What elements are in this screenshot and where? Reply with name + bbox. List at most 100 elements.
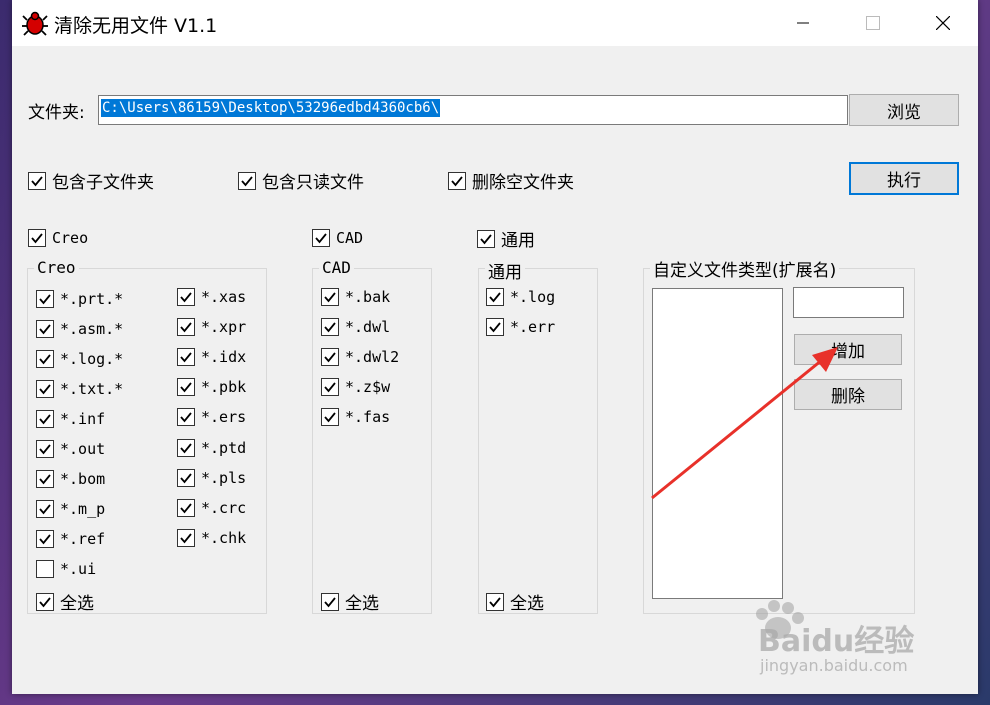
checkbox[interactable] [486,318,504,336]
checkbox[interactable] [321,318,339,336]
checkbox[interactable] [36,350,54,368]
extension-label: *.dwl [345,318,391,336]
checkbox[interactable] [321,378,339,396]
creo-group-title: Creo [34,258,79,277]
checkbox[interactable] [177,468,195,487]
checkbox[interactable] [486,288,504,306]
extension-label: *.pbk [201,378,247,397]
minimize-button[interactable] [768,0,838,46]
extension-label: *.idx [201,348,247,367]
extension-item[interactable]: *.idx [177,348,247,367]
extension-item[interactable]: *.out [36,440,105,458]
checkbox[interactable] [36,410,54,428]
extension-item[interactable]: *.prt.* [36,290,123,308]
checkbox[interactable] [36,530,54,548]
checkbox[interactable] [36,592,54,611]
checkbox[interactable] [28,171,46,190]
checkbox[interactable] [36,380,54,398]
extension-label: *.xpr [201,318,247,337]
extension-item[interactable]: *.bak [321,288,390,306]
extension-item[interactable]: *.log [486,288,555,306]
checkbox[interactable] [321,592,339,611]
checkmark-icon [39,354,51,365]
extension-item[interactable]: *.dwl [321,318,390,336]
extension-item[interactable]: *.dwl2 [321,348,399,366]
checkbox[interactable] [36,440,54,458]
extension-item[interactable]: *.err [486,318,555,336]
extension-item[interactable]: *.xpr [177,318,247,337]
extension-item[interactable]: *.xas [177,288,246,306]
checkmark-icon [180,442,192,453]
checkmark-icon [324,322,336,333]
annotation-arrow-icon [651,347,838,500]
checkbox[interactable] [36,320,54,338]
checkbox[interactable] [321,408,339,426]
browse-button[interactable]: 浏览 [849,94,959,126]
extension-item[interactable]: *.txt.* [36,380,123,398]
extension-item[interactable]: *.fas [321,408,390,426]
checkbox[interactable] [36,500,54,518]
select-all-label: 全选 [345,594,379,614]
checkmark-icon [324,352,336,363]
checkbox[interactable] [448,171,466,190]
cad-toggle[interactable]: CAD [312,229,363,247]
custom-group-title: 自定义文件类型(扩展名) [650,256,840,281]
option-label: 包含子文件夹 [52,173,154,193]
select-all-label: 全选 [60,594,94,614]
extension-item[interactable]: *.z$w [321,378,390,396]
creo-toggle[interactable]: Creo [28,229,88,247]
extension-input[interactable] [793,287,904,318]
cad-select-all[interactable]: 全选 [321,589,379,614]
extension-label: *.log.* [60,350,124,368]
extension-item[interactable]: *.ref [36,530,105,548]
checkbox[interactable] [238,171,256,190]
checkbox[interactable] [177,408,195,427]
general-select-all[interactable]: 全选 [486,589,544,614]
extension-item[interactable]: *.chk [177,528,247,547]
checkbox[interactable] [36,560,54,578]
checkbox[interactable] [177,288,195,306]
extension-item[interactable]: *.ptd [177,438,246,457]
option-include-subfolders[interactable]: 包含子文件夹 [28,168,154,193]
minimize-icon [797,22,809,24]
option-include-readonly[interactable]: 包含只读文件 [238,168,364,193]
folder-path-input[interactable]: C:\Users\86159\Desktop\53296edbd4360cb6\ [98,95,848,125]
checkbox[interactable] [177,348,195,367]
checkbox[interactable] [177,438,195,457]
app-window: 清除无用文件 V1.1 文件夹: C:\Users\86159\Desktop\… [12,0,978,694]
window-title: 清除无用文件 V1.1 [54,15,218,37]
checkbox[interactable] [28,229,46,247]
checkbox[interactable] [177,528,195,547]
extension-item[interactable]: *.pbk [177,378,247,397]
close-button[interactable] [908,0,978,46]
checkbox[interactable] [321,288,339,306]
extension-item[interactable]: *.bom [36,470,105,488]
checkmark-icon [315,233,327,244]
extension-item[interactable]: *.m_p [36,500,105,518]
checkbox[interactable] [321,348,339,366]
extension-item[interactable]: *.inf [36,410,105,428]
extension-label: *.chk [201,528,247,547]
extension-item[interactable]: *.ui [36,560,96,578]
extension-item[interactable]: *.log.* [36,350,123,368]
checkmark-icon [241,175,253,186]
option-delete-empty-folders[interactable]: 删除空文件夹 [448,168,574,193]
general-toggle[interactable]: 通用 [477,226,535,251]
checkbox[interactable] [486,592,504,611]
option-label: 删除空文件夹 [472,173,574,193]
checkbox[interactable] [177,498,195,517]
checkbox[interactable] [312,229,330,247]
creo-select-all[interactable]: 全选 [36,589,94,614]
checkbox[interactable] [36,290,54,308]
extension-item[interactable]: *.asm.* [36,320,123,338]
checkbox[interactable] [36,470,54,488]
checkbox[interactable] [177,318,195,337]
extension-item[interactable]: *.pls [177,468,246,487]
extension-item[interactable]: *.crc [177,498,246,517]
checkbox[interactable] [177,378,195,397]
execute-button[interactable]: 执行 [849,162,959,195]
extension-label: *.txt.* [60,380,124,398]
extension-item[interactable]: *.ers [177,408,246,427]
checkbox[interactable] [477,229,495,248]
title-bar[interactable]: 清除无用文件 V1.1 [12,0,978,46]
